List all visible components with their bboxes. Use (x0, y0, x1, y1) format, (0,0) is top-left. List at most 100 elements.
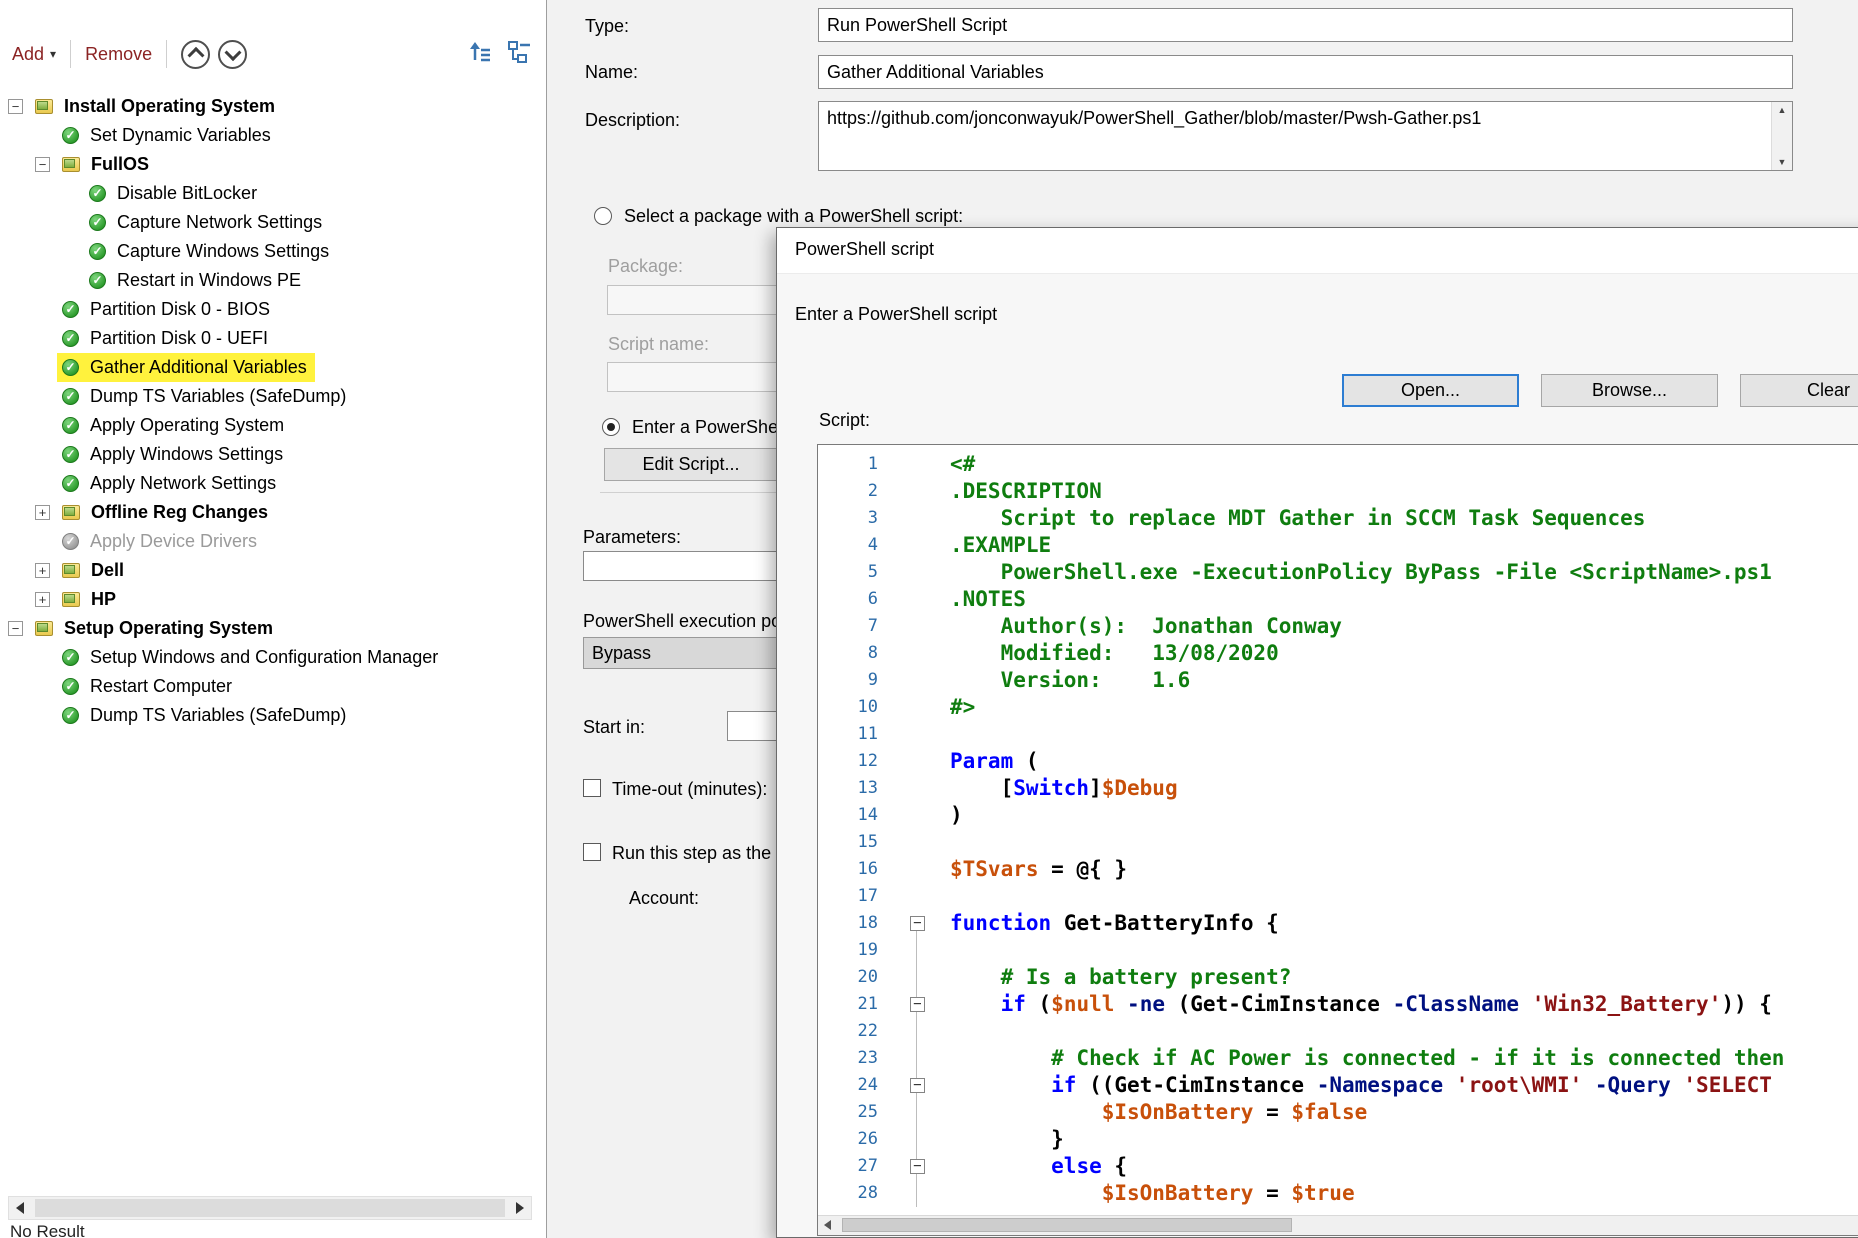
timeout-checkbox[interactable] (583, 779, 601, 797)
code-fold-collapse-icon[interactable]: − (904, 1153, 950, 1180)
tree-item-dump-ts-variables-safedump[interactable]: ✓Dump TS Variables (SafeDump) (0, 382, 545, 411)
fold-gutter (904, 451, 950, 478)
tree-view-icon[interactable] (506, 38, 534, 71)
task-sequence-panel: Add ▾ Remove (0, 0, 547, 1238)
collapse-node-icon[interactable]: − (8, 621, 23, 636)
editor-horizontal-scrollbar[interactable] (818, 1215, 1858, 1235)
line-number: 24 (818, 1072, 904, 1099)
code-line-11: 11 (818, 721, 1858, 748)
line-number: 14 (818, 802, 904, 829)
line-number: 9 (818, 667, 904, 694)
code-lines: 1<#2.DESCRIPTION3 Script to replace MDT … (818, 445, 1858, 1207)
tree-item-apply-operating-system[interactable]: ✓Apply Operating System (0, 411, 545, 440)
expand-all-button[interactable] (218, 40, 247, 69)
enter-script-radio[interactable] (602, 418, 620, 436)
tree-item-apply-device-drivers[interactable]: ✓Apply Device Drivers (0, 527, 545, 556)
fold-gutter (904, 667, 950, 694)
tree-item-partition-disk-0-uefi[interactable]: ✓Partition Disk 0 - UEFI (0, 324, 545, 353)
line-number: 5 (818, 559, 904, 586)
code-line-17: 17 (818, 883, 1858, 910)
tree-item-disable-bitlocker[interactable]: ✓Disable BitLocker (0, 179, 545, 208)
type-field[interactable] (818, 8, 1793, 42)
scroll-left-arrow-icon[interactable] (824, 1220, 831, 1230)
tree-item-fullos[interactable]: −FullOS (0, 150, 545, 179)
code-fold-collapse-icon[interactable]: − (904, 1072, 950, 1099)
collapse-all-button[interactable] (181, 40, 210, 69)
parameters-label: Parameters: (583, 527, 681, 548)
collapse-node-icon[interactable]: − (35, 157, 50, 172)
tree-item-set-dynamic-variables[interactable]: ✓Set Dynamic Variables (0, 121, 545, 150)
code-line-1: 1<# (818, 451, 1858, 478)
code-text: if ((Get-CimInstance -Namespace 'root\WM… (950, 1072, 1772, 1099)
tree-item-partition-disk-0-bios[interactable]: ✓Partition Disk 0 - BIOS (0, 295, 545, 324)
open-button[interactable]: Open... (1342, 374, 1519, 407)
name-field[interactable] (818, 55, 1793, 89)
chevron-up-icon (187, 47, 204, 64)
success-step-icon: ✓ (89, 185, 106, 202)
expand-node-icon[interactable]: + (35, 563, 50, 578)
tree-item-dell[interactable]: +Dell (0, 556, 545, 585)
description-field[interactable]: https://github.com/jonconwayuk/PowerShel… (818, 101, 1793, 171)
add-button[interactable]: Add ▾ (12, 44, 56, 65)
start-in-field[interactable] (727, 711, 779, 741)
remove-button[interactable]: Remove (85, 44, 152, 65)
tree-item-apply-windows-settings[interactable]: ✓Apply Windows Settings (0, 440, 545, 469)
select-package-radio[interactable] (594, 207, 612, 225)
tree-item-label: Apply Operating System (87, 415, 287, 436)
tree-item-offline-reg-changes[interactable]: +Offline Reg Changes (0, 498, 545, 527)
edit-script-button[interactable]: Edit Script... (604, 448, 778, 481)
tree-item-install-operating-system[interactable]: −Install Operating System (0, 92, 545, 121)
scroll-right-arrow-icon[interactable] (516, 1202, 524, 1214)
dropdown-caret-icon: ▾ (50, 47, 56, 61)
account-label: Account: (629, 888, 699, 909)
tree-item-restart-computer[interactable]: ✓Restart Computer (0, 672, 545, 701)
select-package-radio-label: Select a package with a PowerShell scrip… (624, 206, 963, 227)
tree-item-gather-additional-variables[interactable]: ✓Gather Additional Variables (0, 353, 545, 382)
code-fold-collapse-icon[interactable]: − (904, 910, 950, 937)
line-number: 28 (818, 1180, 904, 1207)
tree-item-setup-operating-system[interactable]: −Setup Operating System (0, 614, 545, 643)
add-button-label: Add (12, 44, 44, 65)
move-up-tree-icon[interactable] (466, 38, 494, 71)
parameters-field[interactable] (583, 551, 779, 581)
tree-item-capture-network-settings[interactable]: ✓Capture Network Settings (0, 208, 545, 237)
tree-item-dump-ts-variables-safedump[interactable]: ✓Dump TS Variables (SafeDump) (0, 701, 545, 730)
execution-policy-dropdown[interactable]: Bypass (583, 637, 779, 669)
expand-node-icon[interactable]: + (35, 505, 50, 520)
code-line-23: 23 # Check if AC Power is connected - if… (818, 1045, 1858, 1072)
tree-item-content: ✓Apply Device Drivers (57, 527, 265, 556)
run-as-checkbox[interactable] (583, 843, 601, 861)
expand-node-icon[interactable]: + (35, 592, 50, 607)
tree-item-content: Setup Operating System (30, 614, 281, 643)
tree-item-restart-in-windows-pe[interactable]: ✓Restart in Windows PE (0, 266, 545, 295)
description-scrollbar[interactable]: ▲ ▼ (1771, 102, 1792, 170)
scrollbar-thumb[interactable] (35, 1199, 505, 1217)
success-step-icon: ✓ (62, 475, 79, 492)
editor-scrollbar-thumb[interactable] (842, 1218, 1292, 1232)
dialog-titlebar[interactable] (777, 228, 1858, 274)
tree-item-capture-windows-settings[interactable]: ✓Capture Windows Settings (0, 237, 545, 266)
tree-item-label: Setup Windows and Configuration Manager (87, 647, 441, 668)
toolbar-separator (166, 40, 167, 68)
code-line-25: 25 $IsOnBattery = $false (818, 1099, 1858, 1126)
fold-gutter (904, 640, 950, 667)
tree-item-label: HP (88, 589, 119, 610)
tree-horizontal-scrollbar[interactable] (8, 1196, 532, 1220)
tree-item-apply-network-settings[interactable]: ✓Apply Network Settings (0, 469, 545, 498)
scroll-up-arrow-icon[interactable]: ▲ (1772, 105, 1792, 115)
timeout-label: Time-out (minutes): (612, 779, 767, 800)
tree-item-setup-windows-and-configuration-manager[interactable]: ✓Setup Windows and Configuration Manager (0, 643, 545, 672)
browse-button[interactable]: Browse... (1541, 374, 1718, 407)
collapse-node-icon[interactable]: − (8, 99, 23, 114)
scroll-down-arrow-icon[interactable]: ▼ (1772, 157, 1792, 167)
scroll-left-arrow-icon[interactable] (16, 1202, 24, 1214)
code-fold-collapse-icon[interactable]: − (904, 991, 950, 1018)
tree-item-content: FullOS (57, 150, 157, 179)
success-step-icon: ✓ (62, 330, 79, 347)
script-editor[interactable]: 1<#2.DESCRIPTION3 Script to replace MDT … (817, 444, 1858, 1236)
tree-item-hp[interactable]: + HP (0, 585, 545, 614)
tree-item-content: ✓Setup Windows and Configuration Manager (57, 643, 446, 672)
clear-button[interactable]: Clear (1740, 374, 1858, 407)
code-line-27: 27− else { (818, 1153, 1858, 1180)
code-line-24: 24− if ((Get-CimInstance -Namespace 'roo… (818, 1072, 1858, 1099)
